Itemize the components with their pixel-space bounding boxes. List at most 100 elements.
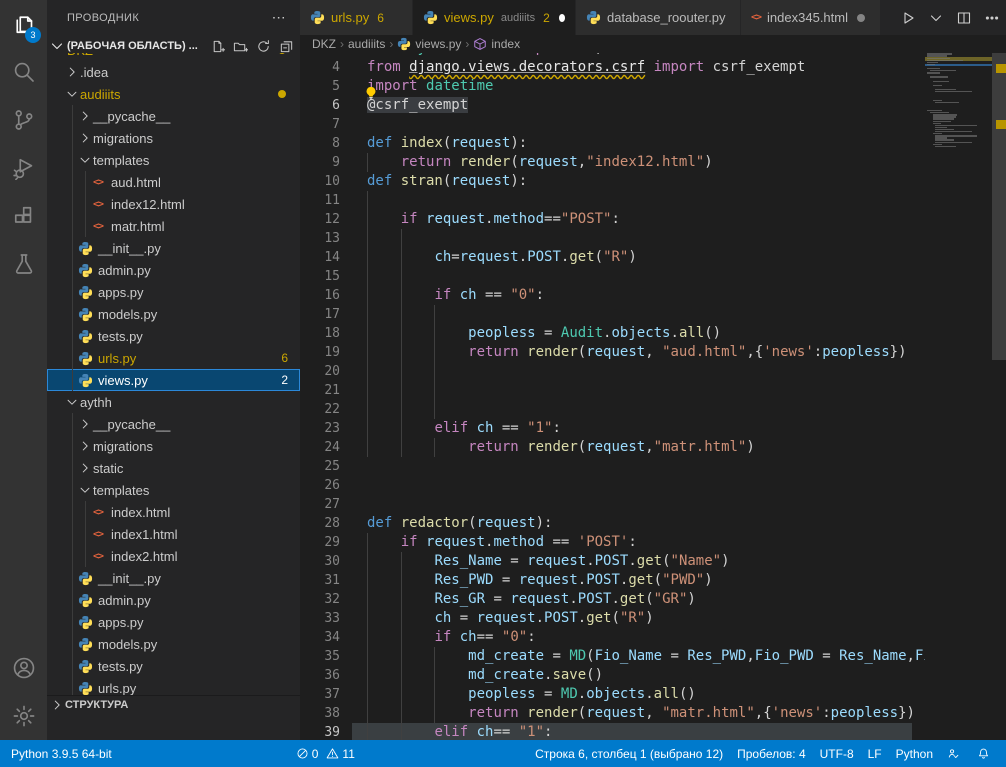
activitybar-extensions[interactable] (0, 192, 47, 240)
indent-guide (367, 229, 368, 248)
tree-item-label: models.py (98, 307, 157, 322)
breadcrumb-item-DKZ[interactable]: DKZ (312, 37, 336, 51)
activitybar-settings[interactable] (0, 692, 47, 740)
tree-item-static[interactable]: static (47, 457, 300, 479)
tree-indent-guide (72, 171, 73, 193)
statusbar-notifications[interactable] (970, 747, 1000, 760)
tree-item-__init__.py[interactable]: __init__.py (47, 237, 300, 259)
chevron-right-icon (65, 65, 79, 79)
dirty-indicator[interactable] (559, 14, 565, 22)
tree-item-tests.py[interactable]: tests.py (47, 325, 300, 347)
indent-guide (401, 400, 402, 419)
tree-item-migrations[interactable]: migrations (47, 435, 300, 457)
more-actions-button[interactable] (979, 7, 1005, 29)
dirty-indicator[interactable] (857, 14, 865, 22)
outline-section-header[interactable]: СТРУКТУРА (47, 695, 300, 713)
tree-item-index.html[interactable]: <>index.html (47, 501, 300, 523)
statusbar-python-version[interactable]: Python 3.9.5 64-bit (4, 747, 119, 761)
tree-item-aythh[interactable]: aythh (47, 391, 300, 413)
scrollbar-slider[interactable] (992, 53, 1006, 360)
tree-item-views.py[interactable]: views.py2 (47, 369, 300, 391)
tree-item-admin.py[interactable]: admin.py (47, 259, 300, 281)
statusbar-eol[interactable]: LF (861, 747, 889, 761)
tree-item-label: tests.py (98, 659, 143, 674)
tree-item-models.py[interactable]: models.py (47, 303, 300, 325)
tree-item-tests.py[interactable]: tests.py (47, 655, 300, 677)
tree-item-audiiits[interactable]: audiiits (47, 83, 300, 105)
minimap[interactable] (925, 53, 992, 740)
tab-urls.py[interactable]: urls.py6 (300, 0, 413, 35)
tab-index345.html[interactable]: <>index345.html (741, 0, 881, 35)
tree-item-matr.html[interactable]: <>matr.html (47, 215, 300, 237)
tree-indent-guide (72, 589, 73, 611)
chevron-right-icon (78, 439, 92, 453)
activitybar-testing[interactable] (0, 240, 47, 288)
tree-item-models.py[interactable]: models.py (47, 633, 300, 655)
chevron-down-icon (49, 38, 65, 54)
tree-item-DKZ[interactable]: DKZ (47, 53, 300, 61)
tree-item-index1.html[interactable]: <>index1.html (47, 523, 300, 545)
activitybar-explorer[interactable]: 3 (0, 0, 47, 48)
run-button[interactable] (895, 7, 921, 29)
statusbar-feedback[interactable] (940, 747, 970, 760)
split-editor-button[interactable] (951, 7, 977, 29)
tree-item-apps.py[interactable]: apps.py (47, 281, 300, 303)
code-text: md_create.save() (367, 666, 603, 685)
line-number: 33 (300, 609, 340, 628)
indent-guide (367, 362, 368, 381)
tab-views.py[interactable]: views.pyaudiiits2 (413, 0, 576, 35)
code-text: @csrf_exempt (367, 96, 468, 115)
tree-indent-guide (72, 369, 73, 391)
tree-item-index2.html[interactable]: <>index2.html (47, 545, 300, 567)
code-editor[interactable]: 3from aythh.models import MD,Audit4from … (300, 53, 1006, 740)
tree-item-templates[interactable]: templates (47, 479, 300, 501)
run-dropdown[interactable] (923, 7, 949, 29)
python-file-icon (77, 637, 93, 652)
scrollbar[interactable] (992, 53, 1006, 740)
tree-item-index12.html[interactable]: <>index12.html (47, 193, 300, 215)
tree-item-.idea[interactable]: .idea (47, 61, 300, 83)
statusbar-indentation[interactable]: Пробелов: 4 (730, 747, 813, 761)
breadcrumb-item-views.py[interactable]: views.py (397, 37, 461, 51)
tab-database_roouter.py[interactable]: database_roouter.py (576, 0, 741, 35)
chevron-right-icon (77, 439, 93, 453)
tree-item-templates[interactable]: templates (47, 149, 300, 171)
explorer-more-actions-button[interactable]: ⋯ (266, 9, 292, 26)
code-text: import datetime (367, 77, 493, 96)
code-line-4: 4from django.views.decorators.csrf impor… (300, 58, 925, 77)
code-text: peopless = Audit.objects.all() (367, 324, 721, 343)
activitybar-account[interactable] (0, 644, 47, 692)
python-file-icon (77, 659, 93, 674)
tree-item-aud.html[interactable]: <>aud.html (47, 171, 300, 193)
tree-item-apps.py[interactable]: apps.py (47, 611, 300, 633)
breadcrumb-item-audiiits[interactable]: audiiits (348, 37, 385, 51)
activitybar-search[interactable] (0, 48, 47, 96)
line-number: 11 (300, 191, 340, 210)
code-line-30: 30 Res_Name = request.POST.get("Name") (300, 552, 925, 571)
tree-item-__init__.py[interactable]: __init__.py (47, 567, 300, 589)
statusbar-language-mode[interactable]: Python (889, 747, 940, 761)
breadcrumb-item-index[interactable]: index (473, 37, 520, 51)
line-number: 26 (300, 476, 340, 495)
tree-item-admin.py[interactable]: admin.py (47, 589, 300, 611)
chevron-right-icon (64, 65, 80, 79)
activitybar-run-debug[interactable] (0, 144, 47, 192)
chevron-down-icon (78, 153, 92, 167)
code-line-26: 26 (300, 476, 925, 495)
tree-indent-guide (72, 259, 73, 281)
statusbar-encoding[interactable]: UTF-8 (813, 747, 861, 761)
tree-item-migrations[interactable]: migrations (47, 127, 300, 149)
code-text: Res_PWD = request.POST.get("PWD") (367, 571, 713, 590)
tree-item-urls.py[interactable]: urls.py (47, 677, 300, 695)
activitybar-source-control[interactable] (0, 96, 47, 144)
statusbar-problems[interactable]: 011 (289, 747, 362, 761)
tree-item-label: __init__.py (98, 571, 161, 586)
tree-item-__pycache__[interactable]: __pycache__ (47, 105, 300, 127)
workspace-label: (РАБОЧАЯ ОБЛАСТЬ) ... (67, 40, 207, 52)
tree-item-label: index12.html (111, 197, 185, 212)
statusbar-cursor-position[interactable]: Строка 6, столбец 1 (выбрано 12) (528, 747, 730, 761)
tree-indent-guide (72, 347, 73, 369)
tree-item-__pycache__[interactable]: __pycache__ (47, 413, 300, 435)
tree-item-urls.py[interactable]: urls.py6 (47, 347, 300, 369)
lightbulb-icon[interactable] (364, 86, 378, 100)
